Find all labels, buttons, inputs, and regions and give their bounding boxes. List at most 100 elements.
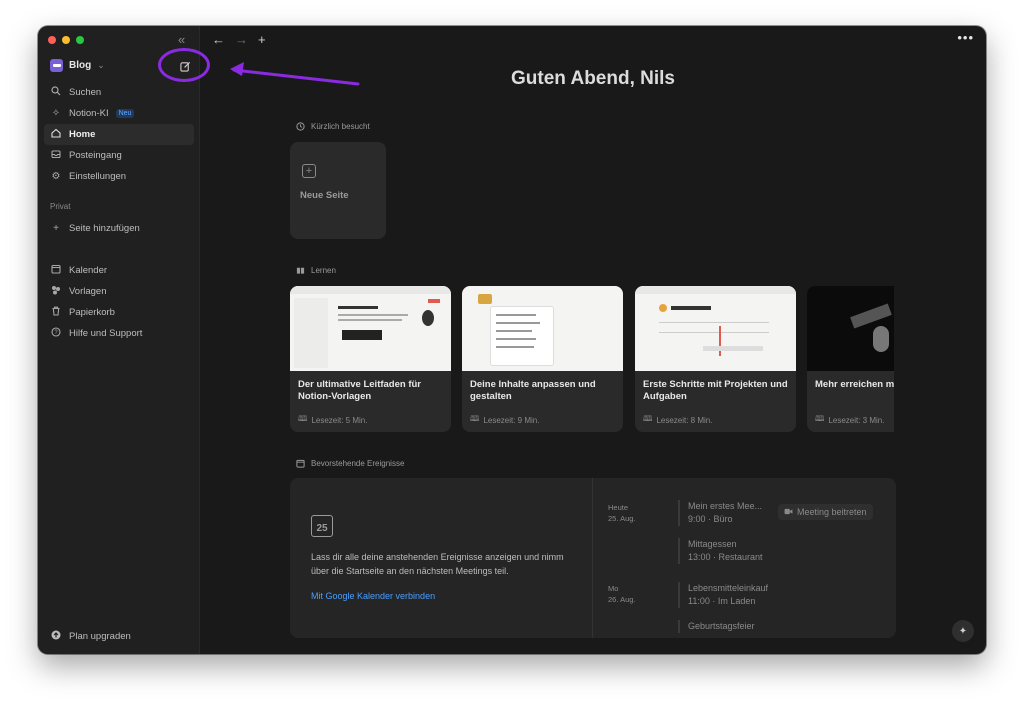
sidebar-item-settings[interactable]: ⚙ Einstellungen <box>44 166 194 187</box>
upgrade-plan-button[interactable]: Plan upgraden <box>44 626 194 647</box>
event-time: 13:00 · Restaurant <box>688 552 763 562</box>
minimize-window-button[interactable] <box>62 36 70 44</box>
maximize-window-button[interactable] <box>76 36 84 44</box>
events-description: Lass dir alle deine anstehenden Ereignis… <box>311 552 564 576</box>
sidebar-item-label: Home <box>69 129 96 140</box>
learn-card[interactable]: Deine Inhalte anpassen und gestalten 🕮 Le… <box>462 286 623 432</box>
card-thumbnail <box>462 286 623 371</box>
sidebar-item-label: Vorlagen <box>69 286 107 297</box>
clock-icon <box>296 122 305 131</box>
event-name: Lebensmitteleinkauf <box>688 583 769 593</box>
templates-icon <box>50 285 62 298</box>
recent-section-heading: Kürzlich besucht <box>296 122 370 131</box>
new-tab-icon[interactable]: + <box>258 32 266 47</box>
read-time: Lesezeit: 3 Min. <box>828 415 885 425</box>
plus-icon: + <box>302 164 316 178</box>
more-options-icon[interactable]: ••• <box>957 30 974 45</box>
forward-arrow-icon[interactable]: → <box>235 32 248 47</box>
card-meta: 🕮 Lesezeit: 8 Min. <box>635 409 796 431</box>
annotation-arrow-icon <box>230 62 360 86</box>
join-meeting-label: Meeting beitreten <box>797 507 867 517</box>
event-item[interactable]: Mein erstes Mee... 9:00 · Büro <box>678 500 762 526</box>
events-section-heading: Bevorstehende Ereignisse <box>296 459 404 468</box>
window-controls <box>48 36 84 44</box>
collapse-sidebar-icon[interactable]: « <box>178 32 185 47</box>
sidebar-item-label: Notion-KI <box>69 108 109 119</box>
event-item[interactable]: Geburtstagsfeier <box>678 620 755 633</box>
workspace-icon <box>50 59 63 72</box>
highlight-circle <box>158 48 210 82</box>
card-thumbnail <box>635 286 796 371</box>
add-page-button[interactable]: + Seite hinzufügen <box>44 218 194 239</box>
sidebar-item-label: Posteingang <box>69 150 122 161</box>
navigation-bar: ← → + <box>212 32 266 47</box>
upgrade-icon <box>50 630 62 643</box>
event-date: 25. Aug. <box>608 514 636 523</box>
read-time: Lesezeit: 5 Min. <box>311 415 368 425</box>
event-day: Mo 26. Aug. <box>608 583 636 605</box>
video-camera-icon <box>784 507 793 517</box>
events-panel: 25 Lass dir alle deine anstehenden Ereig… <box>290 478 896 638</box>
event-name: Geburtstagsfeier <box>688 621 755 631</box>
sidebar-item-templates[interactable]: Vorlagen <box>44 281 194 302</box>
learn-cards: Der ultimative Leitfaden für Notion-Vorl… <box>290 286 894 432</box>
plus-icon: + <box>53 223 59 234</box>
sidebar-item-help[interactable]: ? Hilfe und Support <box>44 323 194 344</box>
card-title: Der ultimative Leitfaden für Notion-Vorl… <box>298 379 421 402</box>
card-meta: 🕮 Lesezeit: 3 Min. <box>807 409 894 431</box>
sidebar-item-trash[interactable]: Papierkorb <box>44 302 194 323</box>
sidebar: « Blog ⌄ Suchen ✧ Notion-KI Neu Home Pos… <box>38 26 200 654</box>
notion-window: « Blog ⌄ Suchen ✧ Notion-KI Neu Home Pos… <box>38 26 986 654</box>
upgrade-plan-section: Plan upgraden <box>44 626 194 647</box>
book-icon: 🕮 <box>815 414 825 423</box>
join-meeting-button[interactable]: Meeting beitreten <box>778 504 873 520</box>
event-item[interactable]: Lebensmitteleinkauf 11:00 · Im Laden <box>678 582 768 608</box>
new-page-card[interactable]: + Neue Seite <box>290 142 386 239</box>
gear-icon: ⚙ <box>51 171 61 182</box>
event-name: Mittagessen <box>688 539 737 549</box>
sidebar-bottom-nav: Kalender Vorlagen Papierkorb ? Hilfe und… <box>44 260 194 344</box>
card-thumbnail <box>807 286 894 371</box>
back-arrow-icon[interactable]: ← <box>212 32 225 47</box>
new-page-label: Neue Seite <box>300 190 349 201</box>
learn-card[interactable]: Mehr erreichen mit Notion-KI 🕮Lesezeit: … <box>807 286 894 432</box>
events-intro: 25 Lass dir alle deine anstehenden Ereig… <box>290 478 593 638</box>
private-section-label: Privat <box>50 202 71 211</box>
private-section: + Seite hinzufügen <box>44 218 194 239</box>
recent-heading-label: Kürzlich besucht <box>311 122 370 131</box>
inbox-icon <box>50 149 62 162</box>
event-weekday: Mo <box>608 584 619 593</box>
home-icon <box>50 128 62 141</box>
events-heading-label: Bevorstehende Ereignisse <box>311 459 405 468</box>
help-icon: ? <box>50 327 62 340</box>
learn-heading-label: Lernen <box>311 266 336 275</box>
learn-card[interactable]: Erste Schritte mit Projekten und Aufgabe… <box>635 286 796 432</box>
sidebar-main-nav: Suchen ✧ Notion-KI Neu Home Posteingang <box>44 82 194 187</box>
chevron-down-icon: ⌄ <box>97 60 105 70</box>
notion-ai-sparkle-icon[interactable]: ✦ <box>952 620 974 642</box>
book-icon: 🕮 <box>643 414 653 423</box>
event-day: Heute 25. Aug. <box>608 502 636 524</box>
sidebar-item-home[interactable]: Home <box>44 124 194 145</box>
workspace-switcher[interactable]: Blog ⌄ <box>50 59 105 72</box>
connect-google-calendar-link[interactable]: Mit Google Kalender verbinden <box>311 591 435 601</box>
sidebar-item-inbox[interactable]: Posteingang <box>44 145 194 166</box>
sidebar-item-label: Papierkorb <box>69 307 115 318</box>
close-window-button[interactable] <box>48 36 56 44</box>
sidebar-item-calendar[interactable]: Kalender <box>44 260 194 281</box>
card-thumbnail <box>290 286 451 371</box>
event-item[interactable]: Mittagessen 13:00 · Restaurant <box>678 538 763 564</box>
learn-card[interactable]: Der ultimative Leitfaden für Notion-Vorl… <box>290 286 451 432</box>
sidebar-item-notion-ai[interactable]: ✧ Notion-KI Neu <box>44 103 194 124</box>
card-meta: 🕮 Lesezeit: 5 Min. <box>290 409 451 431</box>
sidebar-item-search[interactable]: Suchen <box>44 82 194 103</box>
event-date: 26. Aug. <box>608 595 636 604</box>
read-time: Lesezeit: 9 Min. <box>483 415 540 425</box>
learn-section-heading: Lernen <box>296 266 336 275</box>
card-title: Erste Schritte mit Projekten und Aufgabe… <box>643 379 788 402</box>
sidebar-item-label: Einstellungen <box>69 171 127 182</box>
calendar-icon <box>50 264 62 277</box>
trash-icon <box>50 306 62 319</box>
new-badge: Neu <box>115 109 135 118</box>
event-time: 9:00 · Büro <box>688 514 733 524</box>
